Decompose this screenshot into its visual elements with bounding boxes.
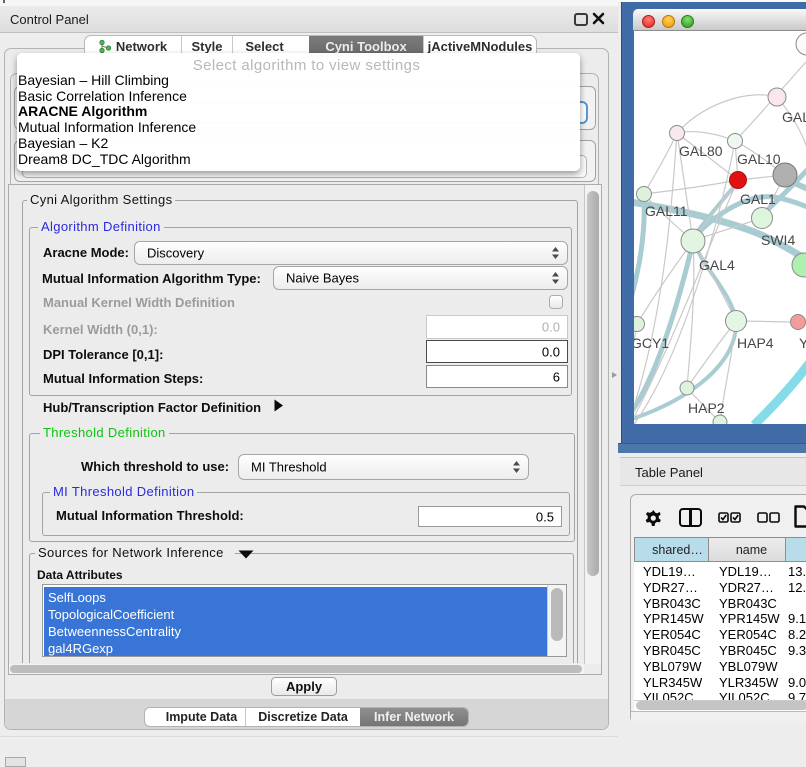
svg-text:GCY1: GCY1 (634, 335, 669, 351)
svg-text:GAL7: GAL7 (782, 109, 806, 125)
svg-text:YJR: YJR (799, 335, 806, 351)
svg-text:HAP4: HAP4 (737, 335, 774, 351)
svg-text:GAL4: GAL4 (699, 257, 735, 273)
svg-text:HAP2: HAP2 (688, 400, 725, 416)
svg-text:GAL1: GAL1 (740, 191, 776, 207)
svg-text:GAL10: GAL10 (737, 151, 781, 167)
svg-text:GAL11: GAL11 (645, 203, 688, 219)
svg-text:SWI4: SWI4 (761, 232, 795, 248)
svg-text:GAL80: GAL80 (679, 143, 723, 159)
